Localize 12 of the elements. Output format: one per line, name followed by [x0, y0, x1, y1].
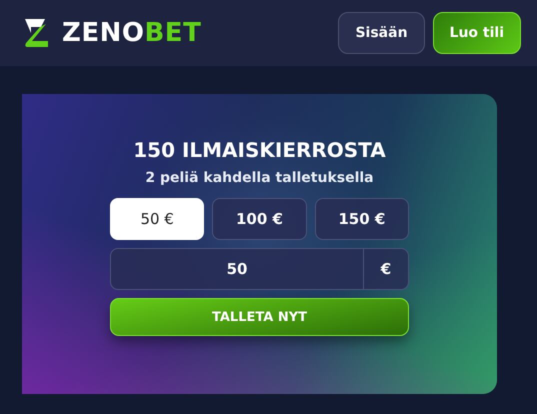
register-button[interactable]: Luo tili: [432, 12, 521, 54]
amount-field[interactable]: 50 €: [110, 248, 409, 290]
amount-option[interactable]: 50 €: [110, 198, 204, 240]
login-button[interactable]: Sisään: [338, 12, 425, 54]
logo-text: BET: [144, 18, 202, 48]
deposit-button[interactable]: TALLETA NYT: [110, 298, 409, 336]
promo-title: 150 ILMAISKIERROSTA: [133, 138, 386, 162]
amount-option[interactable]: 100 €: [212, 198, 307, 240]
amount-option[interactable]: 150 €: [314, 198, 409, 240]
currency-label: €: [380, 259, 392, 280]
logo-text: ZENO: [62, 18, 144, 48]
promo-subtitle: 2 peliä kahdella talletuksella: [145, 170, 374, 186]
